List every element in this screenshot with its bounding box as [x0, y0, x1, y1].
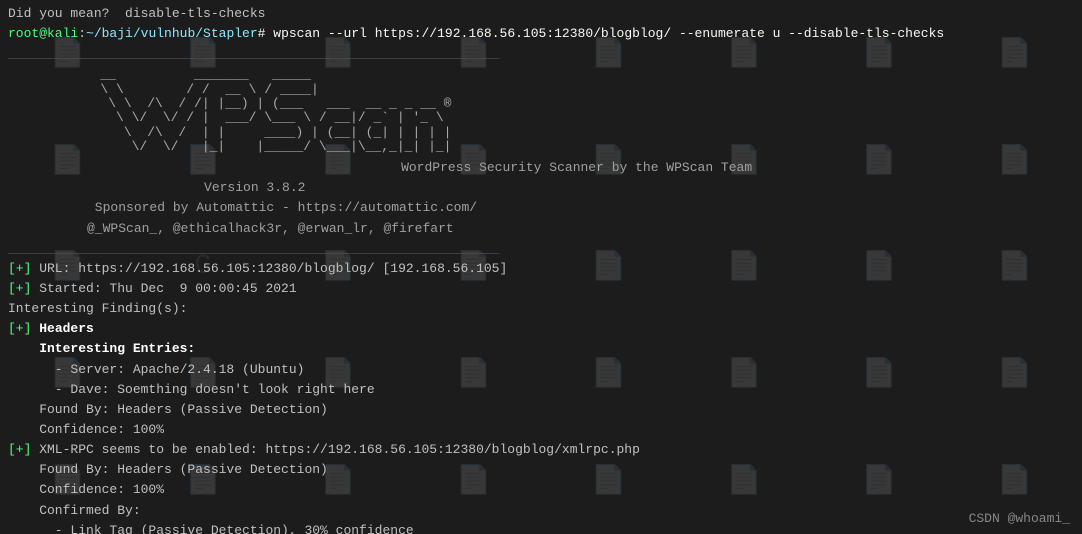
version-line: Version 3.8.2 — [48, 178, 1074, 198]
prompt-command: wpscan --url https://192.168.56.105:1238… — [273, 26, 944, 41]
did-you-mean-line: Did you mean? disable-tls-checks — [8, 4, 1074, 24]
xmlrpc-line: [+] XML-RPC seems to be enabled: https:/… — [8, 440, 1074, 460]
logo-line-5: \ /\ / | | ____) | (__| (_| | | | | — [38, 126, 1044, 140]
url-bracket: [+] — [8, 261, 31, 276]
logo-line-6: \/ \/ |_| |_____/ \___|\__,_|_| |_| — [38, 140, 1044, 154]
separator-1: ________________________________________… — [8, 44, 1074, 64]
wp-title: WordPress Security Scanner by the WPScan… — [48, 158, 1074, 178]
started-bracket: [+] — [8, 281, 31, 296]
logo-line-2: \ \ / / __ \ / ____| — [38, 83, 1044, 97]
terminal-window: 📄 📄 📄 📄 📄 📄 📄 📄 📄 📄 📄 📄 📄 📄 📄 📄 📄 C 📄 📄 … — [0, 0, 1082, 534]
confidence-1: Confidence: 100% — [8, 420, 1074, 440]
logo-line-4: \ \/ \/ / | ___/ \___ \ / __|/ _` | '_ \ — [38, 111, 1044, 125]
found-by-2: Found By: Headers (Passive Detection) — [8, 460, 1074, 480]
separator-2: ________________________________________… — [8, 239, 1074, 259]
link-tag-line: - Link Tag (Passive Detection), 30% conf… — [8, 521, 1074, 534]
prompt-colon: : — [78, 26, 86, 41]
headers-bracket: [+] — [8, 321, 31, 336]
prompt-user: root@kali — [8, 26, 78, 41]
found-by-1: Found By: Headers (Passive Detection) — [8, 400, 1074, 420]
logo-line-3: \ \ /\ / /| |__) | (___ ___ __ _ _ __ ® — [38, 97, 1044, 111]
interesting-findings-label: Interesting Finding(s): — [8, 299, 1074, 319]
xmlrpc-bracket: [+] — [8, 442, 31, 457]
dave-line: - Dave: Soemthing doesn't look right her… — [8, 380, 1074, 400]
prompt-line: root@kali:~/baji/vulnhub/Stapler# wpscan… — [8, 24, 1074, 44]
confidence-2: Confidence: 100% — [8, 480, 1074, 500]
csdn-watermark: CSDN @whoami_ — [969, 511, 1070, 526]
wpscan-logo: __ _______ _____ \ \ / / __ \ / ____| \ … — [38, 68, 1044, 154]
server-line: - Server: Apache/2.4.18 (Ubuntu) — [8, 360, 1074, 380]
social-line: @_WPScan_, @ethicalhack3r, @erwan_lr, @f… — [48, 219, 1074, 239]
url-line: [+] URL: https://192.168.56.105:12380/bl… — [8, 259, 1074, 279]
started-line: [+] Started: Thu Dec 9 00:00:45 2021 — [8, 279, 1074, 299]
terminal-content: Did you mean? disable-tls-checks root@ka… — [0, 0, 1082, 534]
logo-line-1: __ _______ _____ — [38, 68, 1044, 82]
headers-line: [+] Headers — [8, 319, 1074, 339]
sponsored-line: Sponsored by Automattic - https://automa… — [48, 198, 1074, 218]
prompt-hash: # — [258, 26, 274, 41]
headers-label: Headers — [39, 321, 94, 336]
confirmed-by-line: Confirmed By: — [8, 501, 1074, 521]
interesting-entries-line: Interesting Entries: — [8, 339, 1074, 359]
prompt-path: ~/baji/vulnhub/Stapler — [86, 26, 258, 41]
